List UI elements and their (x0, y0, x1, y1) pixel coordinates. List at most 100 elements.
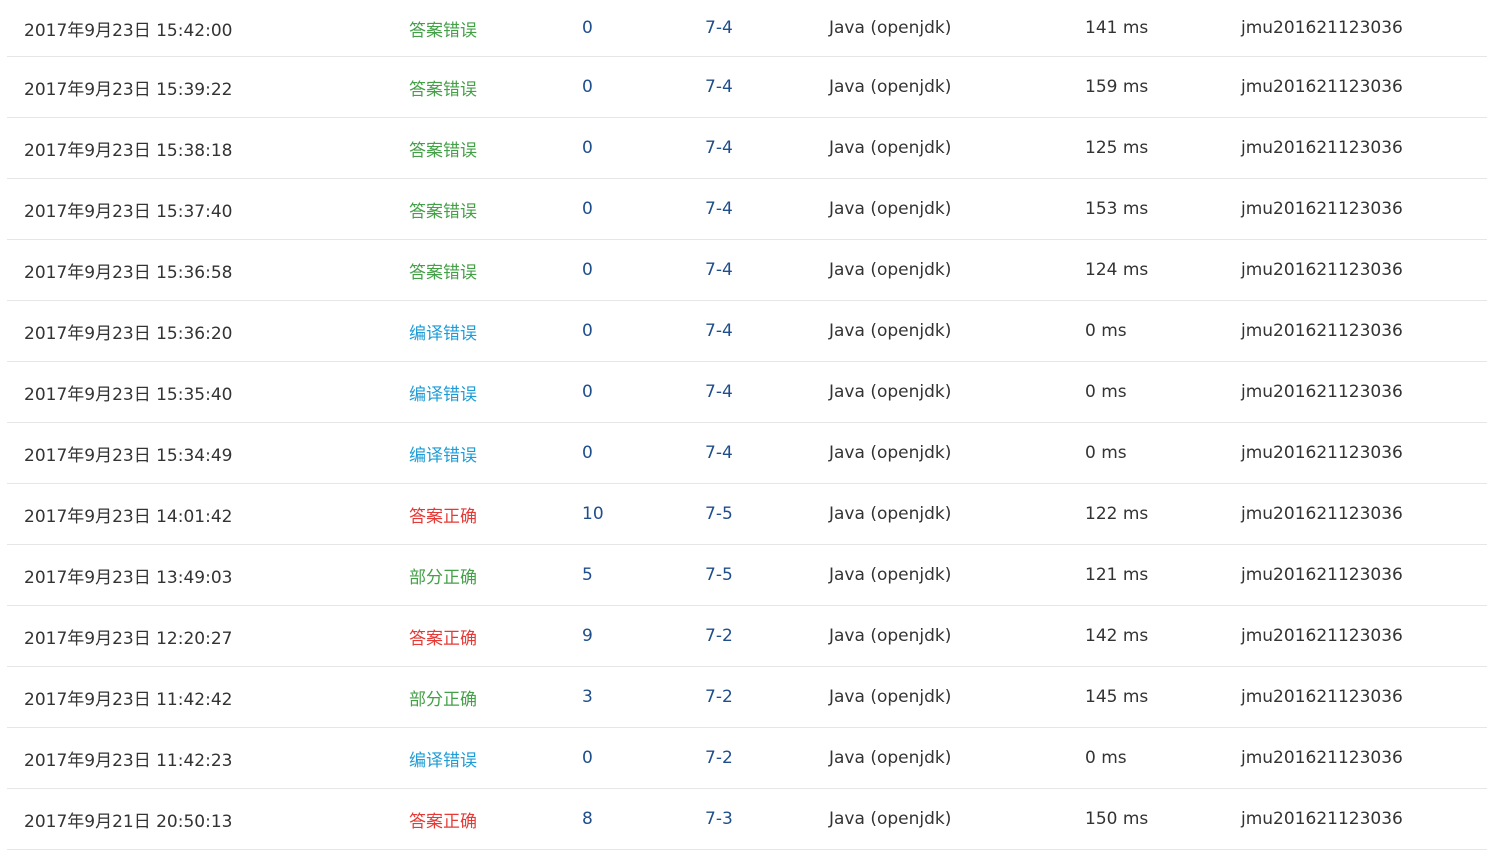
submission-time: 2017年9月23日 15:34:49 (24, 445, 233, 466)
submission-runtime: 141 ms (1085, 18, 1149, 38)
submission-user: jmu201621123036 (1241, 199, 1403, 219)
submission-language: Java (openjdk) (829, 138, 952, 158)
submission-time: 2017年9月23日 15:35:40 (24, 384, 233, 405)
table-row: 2017年9月23日 15:35:40 编译错误 0 7-4 Java (ope… (7, 362, 1487, 423)
submission-runtime: 0 ms (1085, 382, 1127, 402)
submission-language: Java (openjdk) (829, 260, 952, 280)
table-row: 2017年9月23日 15:38:18 答案错误 0 7-4 Java (ope… (7, 118, 1487, 179)
submission-user: jmu201621123036 (1241, 138, 1403, 158)
submission-user: jmu201621123036 (1241, 260, 1403, 280)
submission-user: jmu201621123036 (1241, 443, 1403, 463)
submission-user: jmu201621123036 (1241, 565, 1403, 585)
submission-status-link[interactable]: 答案正确 (409, 484, 477, 544)
submission-status-link[interactable]: 部分正确 (409, 667, 477, 727)
submission-status-link[interactable]: 编译错误 (409, 301, 477, 361)
submission-status-link[interactable]: 编译错误 (409, 423, 477, 483)
submission-time: 2017年9月23日 12:20:27 (24, 628, 233, 649)
problem-link[interactable]: 7-3 (705, 789, 733, 849)
problem-link[interactable]: 7-4 (705, 118, 733, 178)
submission-user: jmu201621123036 (1241, 504, 1403, 524)
problem-link[interactable]: 7-2 (705, 667, 733, 727)
table-row: 2017年9月23日 11:42:42 部分正确 3 7-2 Java (ope… (7, 667, 1487, 728)
table-row: 2017年9月23日 15:37:40 答案错误 0 7-4 Java (ope… (7, 179, 1487, 240)
submission-user: jmu201621123036 (1241, 321, 1403, 341)
submission-time: 2017年9月23日 15:37:40 (24, 201, 233, 222)
submission-status-link[interactable]: 答案错误 (409, 0, 477, 56)
submission-time: 2017年9月23日 13:49:03 (24, 567, 233, 588)
submission-status-link[interactable]: 答案错误 (409, 118, 477, 178)
submission-status-link[interactable]: 编译错误 (409, 362, 477, 422)
submission-runtime: 122 ms (1085, 504, 1149, 524)
submission-status-link[interactable]: 答案错误 (409, 179, 477, 239)
problem-link[interactable]: 7-4 (705, 301, 733, 361)
submission-score-link[interactable]: 9 (582, 606, 593, 666)
problem-link[interactable]: 7-4 (705, 0, 733, 56)
submission-time: 2017年9月21日 20:50:13 (24, 811, 233, 832)
submission-score-link[interactable]: 0 (582, 728, 593, 788)
submission-runtime: 124 ms (1085, 260, 1149, 280)
submission-user: jmu201621123036 (1241, 748, 1403, 768)
submission-score-link[interactable]: 0 (582, 301, 593, 361)
table-row: 2017年9月23日 14:01:42 答案正确 10 7-5 Java (op… (7, 484, 1487, 545)
submission-status-link[interactable]: 答案正确 (409, 789, 477, 849)
submission-status-link[interactable]: 编译错误 (409, 728, 477, 788)
submission-runtime: 125 ms (1085, 138, 1149, 158)
submission-user: jmu201621123036 (1241, 18, 1403, 38)
submission-status-link[interactable]: 答案正确 (409, 606, 477, 666)
submission-score-link[interactable]: 3 (582, 667, 593, 727)
submission-language: Java (openjdk) (829, 626, 952, 646)
problem-link[interactable]: 7-4 (705, 362, 733, 422)
submission-user: jmu201621123036 (1241, 809, 1403, 829)
submission-runtime: 150 ms (1085, 809, 1149, 829)
submission-score-link[interactable]: 10 (582, 484, 604, 544)
problem-link[interactable]: 7-2 (705, 606, 733, 666)
problem-link[interactable]: 7-4 (705, 57, 733, 117)
submission-runtime: 142 ms (1085, 626, 1149, 646)
problem-link[interactable]: 7-4 (705, 423, 733, 483)
submission-status-link[interactable]: 答案错误 (409, 57, 477, 117)
submission-time: 2017年9月23日 15:39:22 (24, 79, 233, 100)
problem-link[interactable]: 7-5 (705, 545, 733, 605)
submission-score-link[interactable]: 8 (582, 789, 593, 849)
table-row: 2017年9月23日 11:42:23 编译错误 0 7-2 Java (ope… (7, 728, 1487, 789)
submission-status-link[interactable]: 部分正确 (409, 545, 477, 605)
submission-language: Java (openjdk) (829, 382, 952, 402)
submission-language: Java (openjdk) (829, 809, 952, 829)
submission-runtime: 121 ms (1085, 565, 1149, 585)
submission-score-link[interactable]: 0 (582, 362, 593, 422)
submission-score-link[interactable]: 0 (582, 0, 593, 56)
table-row: 2017年9月21日 20:50:13 答案正确 8 7-3 Java (ope… (7, 789, 1487, 850)
problem-link[interactable]: 7-2 (705, 728, 733, 788)
problem-link[interactable]: 7-5 (705, 484, 733, 544)
table-row: 2017年9月23日 15:42:00 答案错误 0 7-4 Java (ope… (7, 0, 1487, 57)
table-row: 2017年9月23日 15:36:20 编译错误 0 7-4 Java (ope… (7, 301, 1487, 362)
submission-language: Java (openjdk) (829, 18, 952, 38)
submission-runtime: 0 ms (1085, 443, 1127, 463)
submission-score-link[interactable]: 0 (582, 179, 593, 239)
submission-language: Java (openjdk) (829, 199, 952, 219)
submission-language: Java (openjdk) (829, 748, 952, 768)
problem-link[interactable]: 7-4 (705, 179, 733, 239)
submission-language: Java (openjdk) (829, 687, 952, 707)
submission-time: 2017年9月23日 15:36:20 (24, 323, 233, 344)
problem-link[interactable]: 7-4 (705, 240, 733, 300)
submission-time: 2017年9月23日 11:42:42 (24, 689, 233, 710)
submission-score-link[interactable]: 0 (582, 118, 593, 178)
submission-score-link[interactable]: 0 (582, 423, 593, 483)
submission-runtime: 145 ms (1085, 687, 1149, 707)
submission-time: 2017年9月23日 15:38:18 (24, 140, 233, 161)
submission-score-link[interactable]: 0 (582, 240, 593, 300)
submission-score-link[interactable]: 0 (582, 57, 593, 117)
submission-runtime: 159 ms (1085, 77, 1149, 97)
submissions-table: 2017年9月23日 15:42:00 答案错误 0 7-4 Java (ope… (7, 0, 1487, 850)
table-row: 2017年9月23日 15:36:58 答案错误 0 7-4 Java (ope… (7, 240, 1487, 301)
submission-runtime: 0 ms (1085, 321, 1127, 341)
submission-runtime: 0 ms (1085, 748, 1127, 768)
submission-language: Java (openjdk) (829, 504, 952, 524)
table-row: 2017年9月23日 15:39:22 答案错误 0 7-4 Java (ope… (7, 57, 1487, 118)
table-row: 2017年9月23日 12:20:27 答案正确 9 7-2 Java (ope… (7, 606, 1487, 667)
submission-language: Java (openjdk) (829, 321, 952, 341)
submission-user: jmu201621123036 (1241, 77, 1403, 97)
submission-score-link[interactable]: 5 (582, 545, 593, 605)
submission-status-link[interactable]: 答案错误 (409, 240, 477, 300)
